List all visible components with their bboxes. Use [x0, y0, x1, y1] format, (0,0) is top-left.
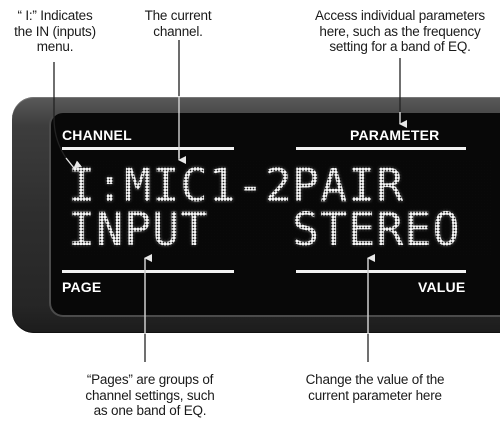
callout-pages: “Pages” are groups of channel settings, … — [85, 372, 215, 418]
leader-lines — [53, 40, 407, 362]
arrow-in-indicator — [65, 157, 82, 169]
callout-value: Change the value of the current paramete… — [305, 372, 445, 403]
leader-in-indicator — [53, 62, 75, 169]
